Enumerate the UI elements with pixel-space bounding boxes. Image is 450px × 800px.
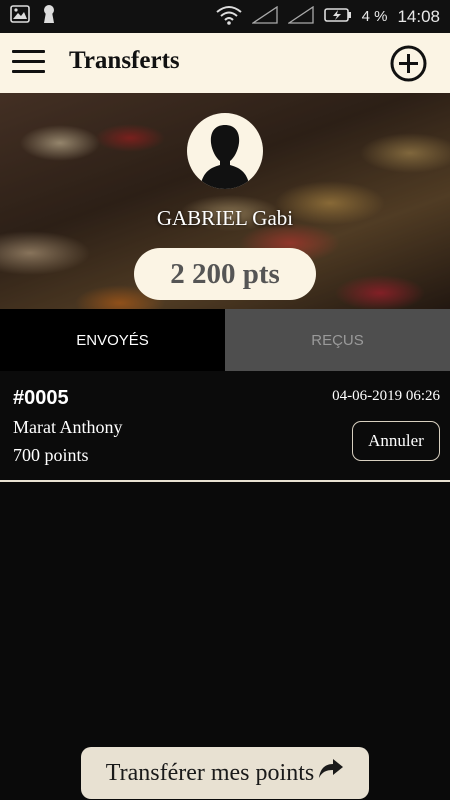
transfer-points: 700 points (13, 445, 89, 465)
app-bar: Transferts (0, 33, 450, 93)
tab-sent[interactable]: ENVOYÉS (0, 309, 225, 371)
wifi-icon (215, 5, 242, 29)
transfer-id: #0005 (13, 387, 69, 409)
cancel-button[interactable]: Annuler (352, 421, 440, 461)
transfer-tabs: ENVOYÉS REÇUS (0, 309, 450, 371)
tab-received[interactable]: REÇUS (225, 309, 450, 371)
list-item[interactable]: #0005 04-06-2019 06:26 Marat Anthony 700… (0, 371, 450, 482)
user-silhouette-icon (187, 113, 263, 189)
signal-icon (286, 5, 314, 28)
clock: 14:08 (397, 6, 440, 26)
profile-header: GABRIEL Gabi 2 200 pts (0, 93, 450, 309)
signal-icon (250, 5, 278, 28)
add-circle-icon[interactable] (390, 45, 427, 82)
keyhole-icon (42, 4, 56, 29)
status-bar: 4 % 14:08 (0, 0, 450, 33)
transfer-button-label: Transférer mes points (105, 759, 315, 786)
user-name: GABRIEL Gabi (156, 206, 294, 230)
menu-icon[interactable] (12, 50, 45, 76)
battery-percent: 4 % (361, 8, 388, 25)
transfer-date: 04-06-2019 06:26 (332, 388, 440, 404)
transfer-points-button[interactable]: Transférer mes points (81, 747, 369, 799)
share-arrow-icon (318, 758, 344, 787)
page-title: Transferts (69, 47, 180, 74)
battery-charging-icon (323, 7, 352, 27)
image-icon (10, 5, 30, 28)
points-balance: 2 200 pts (134, 248, 316, 300)
transfer-recipient: Marat Anthony (13, 417, 123, 437)
